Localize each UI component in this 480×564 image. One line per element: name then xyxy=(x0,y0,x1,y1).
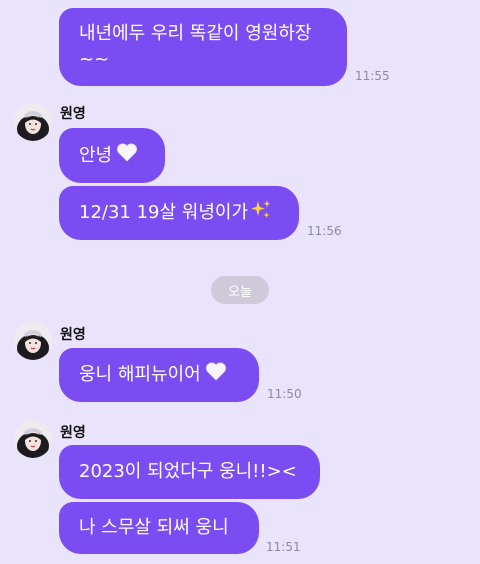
white-heart-icon xyxy=(116,142,138,170)
message-bubble[interactable]: 내년에두 우리 똑같이 영원하장 ~~ xyxy=(59,8,347,86)
message-time: 11:50 xyxy=(267,387,302,401)
avatar-image xyxy=(14,322,52,360)
message-bubble[interactable]: 웅니 해피뉴이어 xyxy=(59,348,259,402)
date-divider: 오늘 xyxy=(211,276,269,304)
sender-name: 원영 xyxy=(60,327,86,343)
message-text: 내년에두 우리 똑같이 영원하장 xyxy=(79,23,312,44)
message-bubble[interactable]: 나 스무살 되써 웅니 xyxy=(59,502,259,554)
message-text: 12/31 19살 워녕이가 xyxy=(79,202,249,223)
message-bubble[interactable]: 2023이 되었다구 웅니!!>< xyxy=(59,445,320,499)
profile-avatar[interactable] xyxy=(14,322,52,360)
message-text: 웅니 해피뉴이어 xyxy=(79,364,201,385)
message-text: ~~ xyxy=(79,49,110,70)
message-time: 11:56 xyxy=(307,224,342,238)
message-time: 11:51 xyxy=(266,540,301,554)
message-text: 나 스무살 되써 웅니 xyxy=(79,517,229,538)
sender-name: 원영 xyxy=(60,106,86,122)
message-text: 2023이 되었다구 웅니!!>< xyxy=(79,461,297,482)
avatar-image xyxy=(14,103,52,141)
sparkles-icon xyxy=(250,198,272,228)
message-text: 안녕 xyxy=(79,144,113,166)
sender-name: 원영 xyxy=(60,425,86,441)
message-time: 11:55 xyxy=(355,69,390,83)
message-bubble[interactable]: 12/31 19살 워녕이가 xyxy=(59,186,299,240)
white-heart-icon xyxy=(205,361,227,389)
avatar-image xyxy=(14,420,52,458)
profile-avatar[interactable] xyxy=(14,103,52,141)
profile-avatar[interactable] xyxy=(14,420,52,458)
message-bubble[interactable]: 안녕 xyxy=(59,128,165,183)
